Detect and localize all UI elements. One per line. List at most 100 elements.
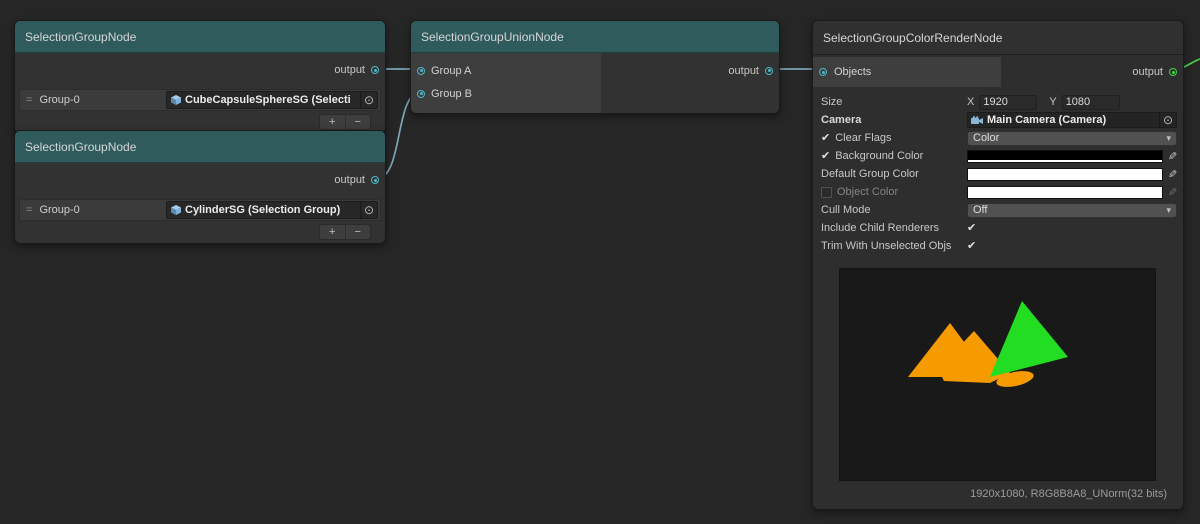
objects-port[interactable]: [819, 68, 827, 76]
output-port[interactable]: [371, 176, 379, 184]
include-child-renderers-row: Include Child Renderers ✔: [819, 219, 1177, 237]
clear-flags-checkbox[interactable]: ✔: [821, 133, 830, 144]
output-port-label: output: [728, 65, 759, 77]
object-picker-icon[interactable]: ⊙: [360, 92, 377, 108]
drag-handle-icon[interactable]: =: [26, 94, 32, 106]
default-group-color-row: Default Group Color ✎: [819, 165, 1177, 183]
object-picker-icon[interactable]: ⊙: [1159, 112, 1176, 128]
group-name-label: Group-0: [39, 94, 79, 106]
objects-port-label: Objects: [834, 66, 871, 78]
object-picker-icon[interactable]: ⊙: [360, 202, 377, 218]
background-color-swatch[interactable]: [967, 150, 1163, 163]
selection-group-node-2[interactable]: SelectionGroupNode output = Group-0 Cyli…: [14, 130, 386, 244]
camera-field-value: Main Camera (Camera): [987, 114, 1155, 126]
output-port[interactable]: [371, 66, 379, 74]
eyedropper-icon[interactable]: ✎: [1168, 168, 1177, 181]
camera-object-field[interactable]: Main Camera (Camera) ⊙: [967, 112, 1177, 128]
group-list-item[interactable]: = Group-0 CubeCapsuleSphereSG (Selecti ⊙: [19, 89, 381, 111]
object-color-checkbox[interactable]: [821, 187, 832, 198]
output-port-label: output: [1132, 66, 1163, 78]
size-x-label: X: [967, 96, 974, 108]
add-group-button[interactable]: +: [320, 115, 345, 129]
chevron-down-icon: ▾: [1166, 205, 1171, 216]
camera-icon: [971, 116, 983, 125]
cull-mode-value: Off: [973, 204, 987, 216]
group-a-port[interactable]: [417, 67, 425, 75]
cull-mode-label: Cull Mode: [821, 204, 871, 216]
graph-canvas[interactable]: { "nodes": { "sg1": { "title": "Selectio…: [0, 0, 1200, 524]
add-group-button[interactable]: +: [320, 225, 345, 239]
node-title-bar[interactable]: SelectionGroupUnionNode: [411, 21, 779, 53]
objects-input-row: Objects: [813, 57, 1001, 87]
node-title: SelectionGroupNode: [25, 30, 136, 44]
preview-caption: 1920x1080, R8G8B8A8_UNorm(32 bits): [813, 488, 1183, 500]
output-row: output: [1132, 66, 1183, 78]
node-title-bar[interactable]: SelectionGroupNode: [15, 131, 385, 163]
default-group-color-label: Default Group Color: [821, 168, 919, 180]
drag-handle-icon[interactable]: =: [26, 204, 32, 216]
group-b-label: Group B: [431, 88, 472, 100]
group-list-item[interactable]: = Group-0 CylinderSG (Selection Group) ⊙: [19, 199, 381, 221]
output-row: output: [728, 59, 773, 82]
render-preview: [839, 268, 1156, 481]
render-preview-image: [840, 269, 1155, 480]
remove-group-button[interactable]: −: [345, 115, 371, 129]
preview-green-triangle: [990, 301, 1068, 377]
input-row-group-a: Group A: [411, 59, 601, 82]
group-a-label: Group A: [431, 65, 471, 77]
remove-group-button[interactable]: −: [345, 225, 371, 239]
output-port-label: output: [334, 64, 365, 76]
selection-group-color-render-node[interactable]: SelectionGroupColorRenderNode Objects ou…: [812, 20, 1184, 510]
clear-flags-label: Clear Flags: [835, 132, 891, 144]
default-group-color-swatch[interactable]: [967, 168, 1163, 181]
background-color-checkbox[interactable]: ✔: [821, 151, 830, 162]
output-port[interactable]: [1169, 68, 1177, 76]
port-row: Objects output: [813, 57, 1183, 87]
node-title-bar[interactable]: SelectionGroupNode: [15, 21, 385, 53]
eyedropper-icon[interactable]: ✎: [1168, 150, 1177, 163]
object-field-value: CylinderSG (Selection Group): [185, 204, 356, 216]
include-child-renderers-label: Include Child Renderers: [821, 222, 939, 234]
eyedropper-icon[interactable]: ✎: [1168, 186, 1177, 199]
camera-label: Camera: [821, 114, 861, 126]
trim-with-unselected-row: Trim With Unselected Objs ✔: [819, 237, 1177, 255]
trim-with-unselected-checkbox[interactable]: ✔: [967, 241, 976, 252]
background-color-row: ✔ Background Color ✎: [819, 147, 1177, 165]
prefab-cube-icon: [171, 205, 181, 215]
include-child-renderers-checkbox[interactable]: ✔: [967, 223, 976, 234]
camera-row: Camera Main Camera (Camera) ⊙: [819, 111, 1177, 129]
node-body: Objects output Size X Y Camera: [813, 57, 1183, 500]
input-port-container: Group A Group B: [411, 53, 601, 113]
clear-flags-dropdown[interactable]: Color ▾: [967, 131, 1177, 146]
selection-group-object-field[interactable]: CubeCapsuleSphereSG (Selecti ⊙: [166, 91, 378, 109]
inspector: Size X Y Camera Main Camera (Camera): [813, 87, 1183, 255]
node-body: Group A Group B output: [411, 53, 779, 113]
size-x-input[interactable]: [979, 95, 1037, 110]
clear-flags-value: Color: [973, 132, 999, 144]
node-title: SelectionGroupUnionNode: [421, 30, 564, 44]
node-title-bar[interactable]: SelectionGroupColorRenderNode: [813, 21, 1183, 55]
output-row: output: [15, 163, 385, 197]
output-port[interactable]: [765, 67, 773, 75]
chevron-down-icon: ▾: [1166, 133, 1171, 144]
list-size-row: + −: [15, 223, 385, 243]
output-port-label: output: [334, 174, 365, 186]
cull-mode-dropdown[interactable]: Off ▾: [967, 203, 1177, 218]
selection-group-object-field[interactable]: CylinderSG (Selection Group) ⊙: [166, 201, 378, 219]
size-y-label: Y: [1049, 96, 1056, 108]
selection-group-node-1[interactable]: SelectionGroupNode output = Group-0 Cube…: [14, 20, 386, 134]
output-port-container: output: [601, 53, 779, 113]
list-size-controls: + −: [319, 224, 371, 240]
input-row-group-b: Group B: [411, 82, 601, 105]
clear-flags-row: ✔ Clear Flags Color ▾: [819, 129, 1177, 147]
size-row: Size X Y: [819, 93, 1177, 111]
node-title: SelectionGroupNode: [25, 140, 136, 154]
group-entry: = Group-0: [20, 94, 166, 106]
list-size-controls: + −: [319, 114, 371, 130]
group-b-port[interactable]: [417, 90, 425, 98]
size-y-input[interactable]: [1062, 95, 1120, 110]
object-color-label: Object Color: [837, 186, 898, 198]
selection-group-union-node[interactable]: SelectionGroupUnionNode Group A Group B …: [410, 20, 780, 114]
object-color-swatch[interactable]: [967, 186, 1163, 199]
group-entry: = Group-0: [20, 204, 166, 216]
